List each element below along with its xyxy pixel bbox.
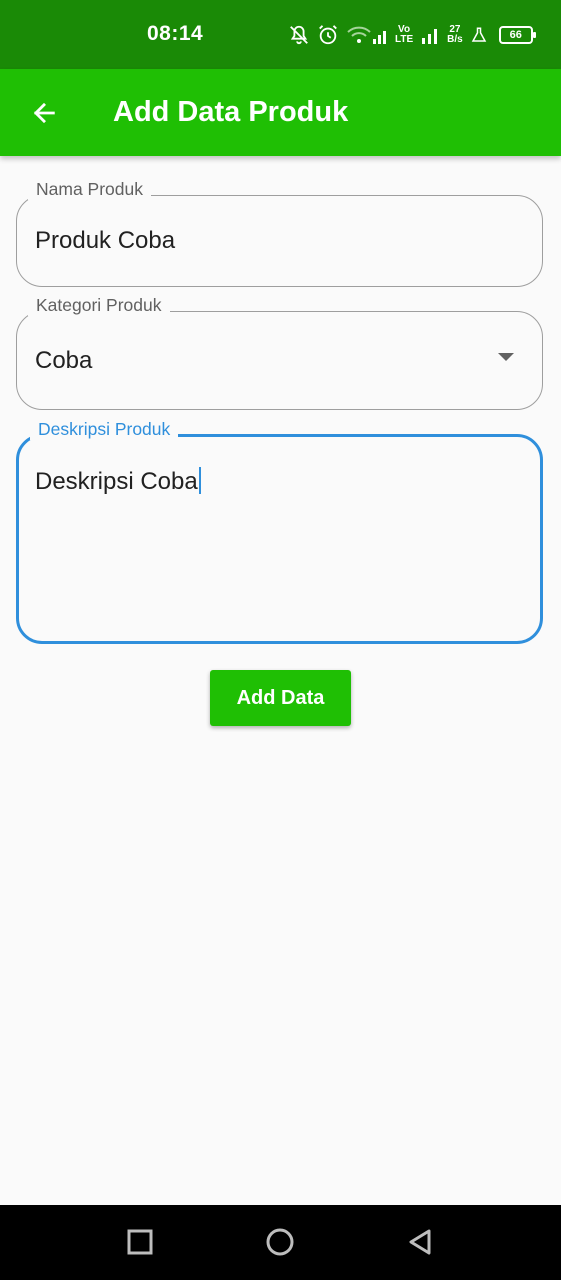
alarm-icon xyxy=(319,25,337,45)
nama-produk-input[interactable]: Produk Coba xyxy=(35,227,175,255)
nama-produk-label: Nama Produk xyxy=(28,179,151,200)
cell-signal-icon xyxy=(422,29,438,44)
recent-apps-icon[interactable] xyxy=(125,1227,155,1257)
text-caret xyxy=(198,467,201,494)
deskripsi-produk-textarea[interactable]: Deskripsi Produk Deskripsi Coba xyxy=(16,419,543,644)
home-icon[interactable] xyxy=(265,1227,295,1257)
deskripsi-produk-label: Deskripsi Produk xyxy=(30,419,179,440)
status-time: 08:14 xyxy=(147,22,204,45)
notifications-off-icon xyxy=(290,25,308,45)
arrow-left-icon xyxy=(33,102,55,124)
status-bar: 08:14 Vo LTE 27 B/s 66 xyxy=(0,0,561,69)
flask-icon xyxy=(471,27,486,42)
kategori-produk-label: Kategori Produk xyxy=(28,295,170,316)
back-nav-icon[interactable] xyxy=(405,1227,435,1257)
navigation-bar xyxy=(0,1205,561,1280)
volte-indicator: Vo LTE xyxy=(395,24,414,45)
back-button[interactable] xyxy=(22,91,66,135)
page-title: Add Data Produk xyxy=(113,96,349,128)
kategori-produk-dropdown[interactable]: Kategori Produk Coba xyxy=(16,295,543,410)
wifi-signal-icon xyxy=(347,26,386,44)
nama-produk-field[interactable]: Nama Produk Produk Coba xyxy=(16,179,543,287)
deskripsi-produk-text: Deskripsi Coba xyxy=(35,468,198,495)
battery-indicator: 66 xyxy=(498,26,536,44)
deskripsi-produk-input[interactable]: Deskripsi Coba xyxy=(35,467,201,496)
kategori-produk-selected[interactable]: Coba xyxy=(35,347,92,375)
app-bar: Add Data Produk xyxy=(0,69,561,156)
add-data-button[interactable]: Add Data xyxy=(210,670,351,726)
status-icons: Vo LTE 27 B/s 66 xyxy=(288,20,536,50)
chevron-down-icon[interactable] xyxy=(498,353,514,361)
network-speed: 27 B/s xyxy=(447,24,463,45)
